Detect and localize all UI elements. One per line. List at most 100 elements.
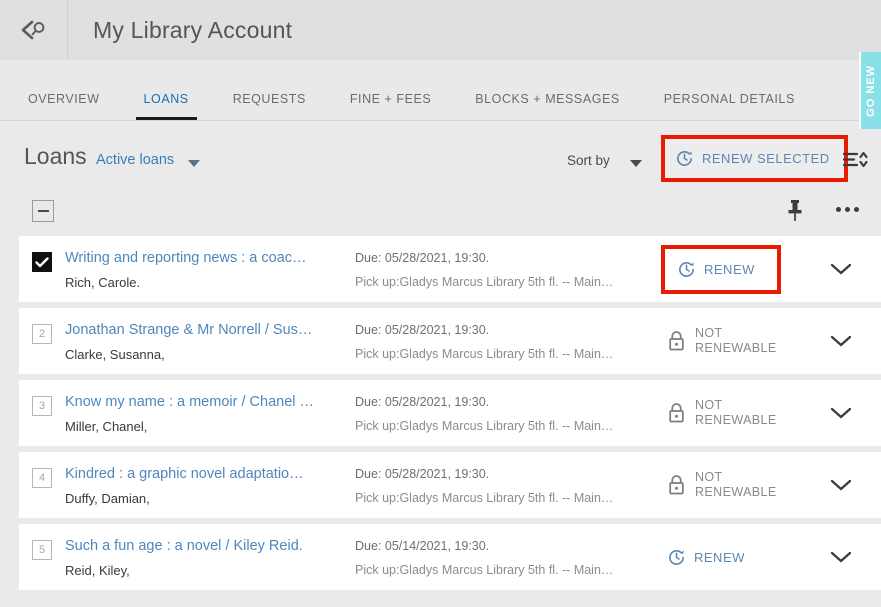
loan-due-date: Due: 05/28/2021, 19:30. xyxy=(355,323,490,337)
indeterminate-checkbox-icon xyxy=(37,210,49,212)
loan-pickup-location: Pick up:Gladys Marcus Library 5th fl. --… xyxy=(355,563,614,577)
renew-clock-icon xyxy=(679,261,694,277)
feedback-side-tab[interactable]: GO NEW xyxy=(859,52,881,129)
loan-pickup-location: Pick up:Gladys Marcus Library 5th fl. --… xyxy=(355,275,614,289)
select-all-checkbox[interactable] xyxy=(32,200,54,222)
active-loans-filter[interactable]: Active loans xyxy=(96,152,174,168)
sort-by-label[interactable]: Sort by xyxy=(567,153,610,168)
row-2-due: Due: 05/28/2021, 19:30. Pick up:Gladys M… xyxy=(355,308,655,363)
loan-title-link[interactable]: Such a fun age : a novel / Kiley Reid. xyxy=(65,537,355,556)
row-4-expand-cell xyxy=(825,478,881,492)
loans-section-title: Loans xyxy=(24,143,87,169)
more-horizontal-icon xyxy=(836,206,841,212)
tab-loans[interactable]: LOANS xyxy=(135,92,197,120)
sort-order-toggle[interactable] xyxy=(842,148,869,177)
loan-author: Rich, Carole. xyxy=(65,275,141,290)
chevron-down-icon[interactable] xyxy=(829,550,853,564)
checkmark-icon xyxy=(35,256,49,267)
account-tab-bar: OVERVIEW LOANS REQUESTS FINE + FEES BLOC… xyxy=(0,60,881,121)
not-renewable-label: NOT RENEWABLE xyxy=(695,470,777,499)
loans-list: Writing and reporting news : a coac… Ric… xyxy=(0,236,881,596)
row-5-action: RENEW xyxy=(655,548,825,567)
sort-by-chevron-down-icon[interactable] xyxy=(630,160,642,167)
row-1-checkbox-cell xyxy=(19,236,65,302)
row-5-checkbox-cell: 5 xyxy=(19,524,65,590)
loan-due-date: Due: 05/28/2021, 19:30. xyxy=(355,251,490,265)
filter-chevron-down-icon[interactable] xyxy=(188,160,200,167)
renew-label: RENEW xyxy=(694,549,745,565)
row-3-due: Due: 05/28/2021, 19:30. Pick up:Gladys M… xyxy=(355,380,655,435)
loan-due-date: Due: 05/28/2021, 19:30. xyxy=(355,395,490,409)
lock-icon xyxy=(669,475,684,495)
renew-button[interactable]: RENEW xyxy=(667,548,745,567)
row-2-expand-cell xyxy=(825,334,881,348)
not-renewable-status: NOT RENEWABLE xyxy=(667,398,777,428)
table-row[interactable]: 3 Know my name : a memoir / Chanel … Mil… xyxy=(19,380,881,446)
row-1-due: Due: 05/28/2021, 19:30. Pick up:Gladys M… xyxy=(355,236,655,291)
row-2-checkbox[interactable]: 2 xyxy=(32,324,52,344)
renew-button[interactable]: RENEW xyxy=(661,244,781,294)
row-2-action: NOT RENEWABLE xyxy=(655,326,825,356)
top-bar: My Library Account xyxy=(0,0,881,60)
loan-author: Duffy, Damian, xyxy=(65,491,150,506)
list-controls xyxy=(0,192,881,236)
tab-requests[interactable]: REQUESTS xyxy=(233,92,306,120)
more-dot-2 xyxy=(845,206,850,212)
page-title: My Library Account xyxy=(93,16,293,43)
table-row[interactable]: 5 Such a fun age : a novel / Kiley Reid.… xyxy=(19,524,881,590)
loan-author: Reid, Kiley, xyxy=(65,563,130,578)
table-row[interactable]: 4 Kindred : a graphic novel adaptatio… D… xyxy=(19,452,881,518)
row-4-info: Kindred : a graphic novel adaptatio… Duf… xyxy=(65,452,355,507)
tab-blocks-messages[interactable]: BLOCKS + MESSAGES xyxy=(475,92,619,120)
row-2-info: Jonathan Strange & Mr Norrell / Sus… Cla… xyxy=(65,308,355,363)
row-1-info: Writing and reporting news : a coac… Ric… xyxy=(65,236,355,291)
loan-title-link[interactable]: Writing and reporting news : a coac… xyxy=(65,249,355,268)
not-renewable-status: NOT RENEWABLE xyxy=(667,326,777,356)
loan-due-date: Due: 05/14/2021, 19:30. xyxy=(355,539,490,553)
loan-title-link[interactable]: Know my name : a memoir / Chanel … xyxy=(65,393,355,412)
tab-personal-details[interactable]: PERSONAL DETAILS xyxy=(664,92,795,120)
not-renewable-label: NOT RENEWABLE xyxy=(695,326,777,355)
loan-due-date: Due: 05/28/2021, 19:30. xyxy=(355,467,490,481)
back-search-button[interactable] xyxy=(0,0,68,60)
row-3-expand-cell xyxy=(825,406,881,420)
loan-author: Miller, Chanel, xyxy=(65,419,148,434)
loan-pickup-location: Pick up:Gladys Marcus Library 5th fl. --… xyxy=(355,419,614,433)
row-5-checkbox[interactable]: 5 xyxy=(32,540,52,560)
loan-pickup-location: Pick up:Gladys Marcus Library 5th fl. --… xyxy=(355,491,614,505)
renew-clock-icon xyxy=(669,549,684,565)
row-3-checkbox-cell: 3 xyxy=(19,380,65,446)
renew-clock-icon xyxy=(677,151,692,166)
row-3-action: NOT RENEWABLE xyxy=(655,398,825,428)
pin-button[interactable] xyxy=(786,198,804,229)
tab-overview[interactable]: OVERVIEW xyxy=(28,92,100,120)
row-3-checkbox[interactable]: 3 xyxy=(32,396,52,416)
row-4-action: NOT RENEWABLE xyxy=(655,470,825,500)
tab-fine-fees[interactable]: FINE + FEES xyxy=(350,92,431,120)
feedback-side-tab-label: GO NEW xyxy=(865,64,877,117)
loan-title-link[interactable]: Jonathan Strange & Mr Norrell / Sus… xyxy=(65,321,355,340)
loan-pickup-location: Pick up:Gladys Marcus Library 5th fl. --… xyxy=(355,347,614,361)
table-row[interactable]: Writing and reporting news : a coac… Ric… xyxy=(19,236,881,302)
row-5-info: Such a fun age : a novel / Kiley Reid. R… xyxy=(65,524,355,579)
chevron-down-icon[interactable] xyxy=(829,478,853,492)
lock-icon xyxy=(669,331,684,351)
back-search-icon xyxy=(21,20,44,40)
chevron-down-icon[interactable] xyxy=(829,406,853,420)
more-options-button[interactable] xyxy=(836,197,859,221)
row-5-expand-cell xyxy=(825,550,881,564)
chevron-down-icon[interactable] xyxy=(829,334,853,348)
row-5-due: Due: 05/14/2021, 19:30. Pick up:Gladys M… xyxy=(355,524,655,579)
row-4-checkbox-cell: 4 xyxy=(19,452,65,518)
row-1-action: RENEW xyxy=(655,244,825,294)
chevron-down-icon[interactable] xyxy=(829,262,853,276)
lock-icon xyxy=(669,403,684,423)
loan-title-link[interactable]: Kindred : a graphic novel adaptatio… xyxy=(65,465,355,484)
sort-lines-icon xyxy=(842,151,868,168)
not-renewable-label: NOT RENEWABLE xyxy=(695,398,777,427)
row-1-checkbox[interactable] xyxy=(32,252,52,272)
row-3-info: Know my name : a memoir / Chanel … Mille… xyxy=(65,380,355,435)
renew-selected-button[interactable]: RENEW SELECTED xyxy=(661,135,848,182)
table-row[interactable]: 2 Jonathan Strange & Mr Norrell / Sus… C… xyxy=(19,308,881,374)
row-4-checkbox[interactable]: 4 xyxy=(32,468,52,488)
